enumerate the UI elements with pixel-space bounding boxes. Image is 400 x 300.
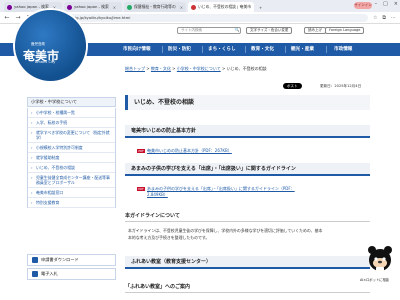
menu-icon[interactable]: ⋯ [391, 15, 396, 21]
back-icon[interactable]: ← [4, 14, 10, 21]
sidebar-heading: 小学校・中学校について [27, 97, 116, 107]
sidebar-item-current[interactable]: いじめ、不登校の相談 [28, 163, 115, 173]
breadcrumb: 総合トップ > 教育・文化 > 小学校・中学校について > いじめ、不登校の相談 [125, 66, 267, 72]
sidebar-item[interactable]: 児童生徒健全育成センター講座・配送等事務員室とプロボーザル [28, 173, 115, 188]
nav-divider [326, 46, 327, 53]
search-icon[interactable]: 🔍 [233, 27, 241, 34]
forward-icon[interactable]: → [15, 14, 21, 21]
section-heading: あまみの子供の学びを支える「出席」・「出席扱い」に関するガイドライン [125, 163, 370, 176]
nav-item-town[interactable]: まち・くらし [208, 43, 236, 56]
post-share-button[interactable]: ポスト [283, 83, 302, 89]
url-field[interactable]: www.city.amami.lg.jp/kyoiiku/kyoiku/jime… [37, 13, 368, 22]
body-paragraph: 本ガイドラインは、不登校児童生徒の学びを保障し、学校内外の多様な学びを適切に評価… [128, 228, 323, 233]
close-icon[interactable]: × [113, 5, 116, 10]
foreign-language-button[interactable]: Foreign Language [325, 27, 365, 34]
computer-icon [32, 271, 38, 277]
tab-label: yahoo japan - 検索 [14, 4, 49, 9]
e-application-label: 電子入札 [41, 271, 58, 276]
yahoo-favicon-icon [67, 4, 72, 10]
sidebar-item[interactable]: 就学援助制度 [28, 153, 115, 163]
sidebar-item[interactable]: 就学すべき学校の変更について（指定外就学） [28, 128, 115, 143]
pdf-badge: PDF [137, 187, 145, 191]
site-favicon-icon [191, 4, 196, 10]
sidebar-item[interactable]: 入学、転校の手続 [28, 118, 115, 128]
nav-divider [162, 46, 163, 53]
section-heading: 本ガイドラインについて [125, 213, 180, 219]
tab-label: 保健福祉・教育行政等の [134, 4, 176, 9]
section-heading: 「ふれあい教室」へのご案内 [125, 284, 191, 290]
browser-toolbar-icons: ☆ ⧉ ⋯ [373, 15, 396, 21]
mascot-chatbot-icon[interactable] [364, 242, 396, 274]
nav-divider [285, 46, 286, 53]
e-application-button[interactable]: 電子入札 [27, 268, 116, 280]
extensions-icon[interactable]: ⧉ [382, 15, 386, 21]
mascot-label[interactable]: AI×ロボットに相談 [360, 277, 389, 282]
close-window-icon[interactable]: × [394, 1, 398, 7]
browser-tabbar: yahoo japan - 検索 × yahoo japan - 検索 × 保健福祉… [0, 0, 400, 12]
new-tab-button[interactable]: + [256, 2, 264, 12]
sidebar-item[interactable]: 小中学校・校種属一覧 [28, 108, 115, 118]
nav-item-tourism[interactable]: 観光・産業 [291, 43, 314, 56]
browser-tab[interactable]: yahoo japan - 検索 × [64, 2, 122, 12]
minimize-icon[interactable]: – [375, 1, 378, 7]
window-controls: – □ × [375, 1, 398, 7]
nav-item-municipal[interactable]: 市政情報 [334, 43, 352, 56]
yahoo-favicon-icon [7, 4, 12, 10]
sidebar-item[interactable]: 特別支援教育 [28, 198, 115, 208]
maximize-icon[interactable]: □ [383, 1, 388, 7]
star-icon[interactable]: ☆ [373, 15, 377, 21]
city-logo-emblem[interactable] [15, 10, 86, 81]
application-download-button[interactable]: 申請書ダウンロード [27, 254, 116, 266]
text-size-button[interactable]: 文字サイズ・色合い変更 [246, 27, 293, 34]
sidebar-list: 小中学校・校種属一覧 入学、転校の手続 就学すべき学校の変更について（指定外就学… [27, 108, 116, 208]
pdf-link[interactable]: あまみの子供の学びを支える「出席」・「出席扱い」に関するガイドライン（PDF： [147, 186, 295, 191]
breadcrumb-link[interactable]: 総合トップ [125, 66, 145, 71]
page-title: いじめ、不登校の相談 [125, 95, 370, 110]
browser-tab-active[interactable]: いじめ、不登校の相談 | 奄美市× [188, 2, 254, 12]
nav-divider [245, 46, 246, 53]
logo-romaji: Amami City [35, 60, 56, 64]
section-divider [125, 292, 370, 293]
pdf-link[interactable]: 奄美市いじめの防止基本方針（PDF：267KB） [147, 148, 232, 153]
breadcrumb-current: いじめ、不登校の相談 [226, 66, 267, 71]
browser-tab[interactable]: 保健福祉・教育行政等の × [124, 2, 186, 12]
breadcrumb-link[interactable]: 教育・文化 [151, 66, 171, 71]
pdf-link-continued[interactable]: 2,849KB） [147, 192, 168, 197]
application-download-label: 申請書ダウンロード [41, 257, 79, 262]
profile-button[interactable]: サインイン [354, 2, 372, 9]
section-divider [125, 221, 370, 222]
read-aloud-button[interactable]: 読み上げ [304, 27, 326, 34]
sidebar-item[interactable]: 奄美市相談窓口 [28, 188, 115, 198]
nav-item-education[interactable]: 教育・文化 [251, 43, 274, 56]
section-heading: ふれあい教室（教育支援センター） [125, 256, 370, 269]
body-paragraph-continued: 本的な考え方及び手続きを整理したものです。 [128, 235, 210, 240]
close-icon[interactable]: × [53, 5, 56, 10]
nav-item-disaster[interactable]: 防災・防犯 [168, 43, 191, 56]
nav-divider [202, 46, 203, 53]
breadcrumb-link[interactable]: 小学校・中学校について [177, 66, 221, 71]
pdf-badge: PDF [137, 149, 145, 153]
sidebar-item[interactable]: 小規模校入学特別許可制度 [28, 143, 115, 153]
section-heading: 奄美市いじめの防止基本方針 [125, 125, 370, 138]
tab-label: いじめ、不登校の相談 | 奄美市 [198, 4, 252, 9]
close-icon[interactable]: × [180, 5, 183, 10]
updated-date: 更新日：2025年12月4日 [320, 84, 362, 88]
site-search-input[interactable]: サイト内検索 [177, 27, 241, 34]
tab-label: yahoo japan - 検索 [74, 4, 109, 9]
site-favicon-icon [127, 4, 132, 10]
nav-item-citizens[interactable]: 市民向け情報 [123, 43, 151, 56]
document-icon [32, 257, 38, 263]
